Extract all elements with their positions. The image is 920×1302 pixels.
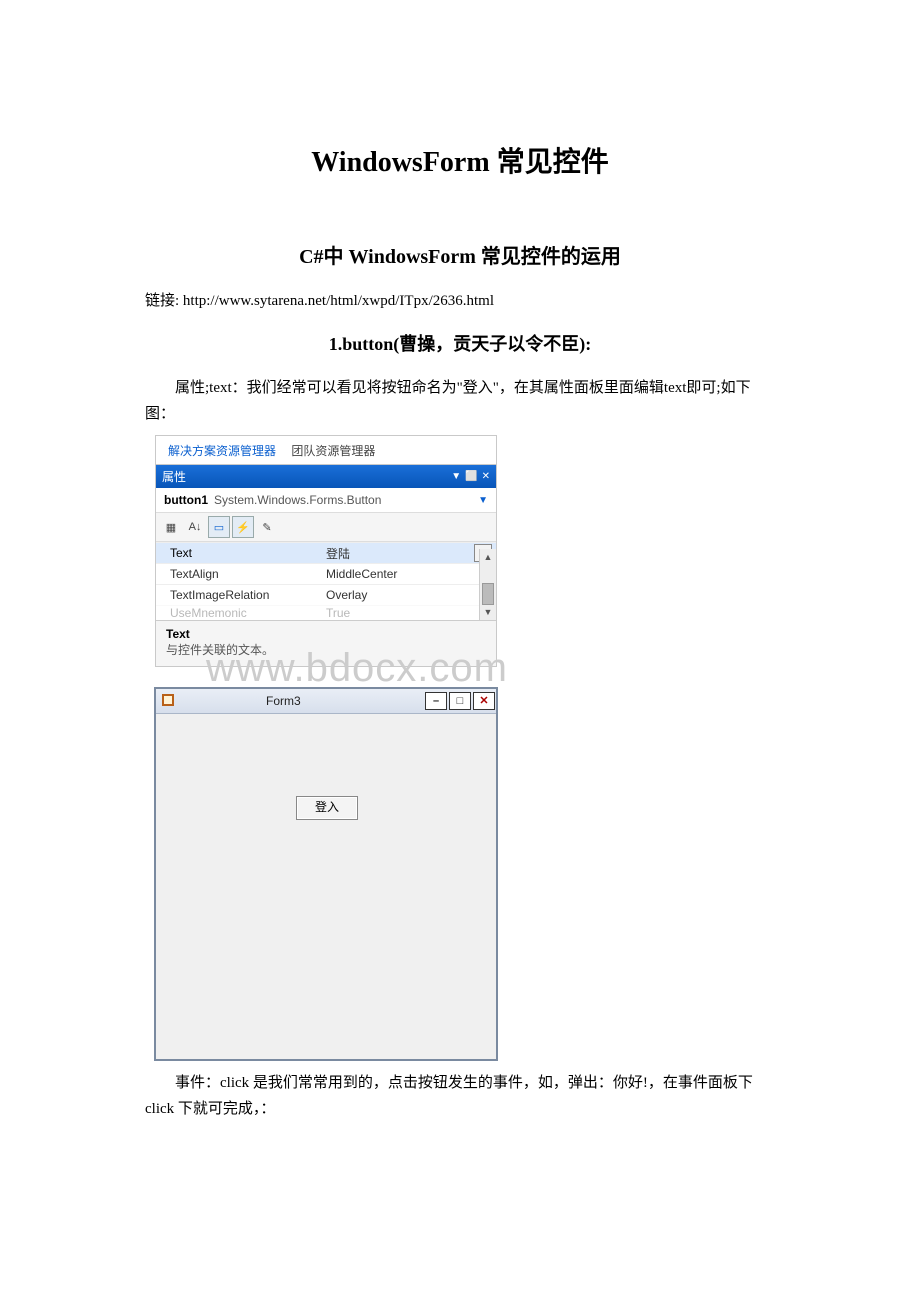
- scrollbar[interactable]: ▲ ▼: [479, 549, 496, 620]
- property-row-textimagerelation[interactable]: TextImageRelation Overlay: [156, 584, 496, 605]
- alphabetical-icon[interactable]: A↓: [184, 516, 206, 538]
- scroll-down-icon[interactable]: ▼: [480, 604, 496, 620]
- property-row-usemnemonic[interactable]: UseMnemonic True: [156, 605, 496, 620]
- tab-team-explorer[interactable]: 团队资源管理器: [285, 440, 381, 461]
- chevron-down-icon[interactable]: ▼: [478, 495, 488, 506]
- scroll-up-icon[interactable]: ▲: [480, 549, 496, 565]
- selected-object-line[interactable]: button1 System.Windows.Forms.Button ▼: [156, 488, 496, 513]
- categorized-icon[interactable]: ▦: [160, 516, 182, 538]
- maximize-button[interactable]: □: [449, 692, 471, 710]
- property-value[interactable]: Overlay: [320, 588, 496, 602]
- property-row-text[interactable]: Text 登陆 ▾: [156, 542, 496, 563]
- description-body: 与控件关联的文本。: [166, 641, 486, 658]
- panel-header: 属性 ▼ ⬜ ✕: [156, 465, 496, 488]
- panel-tabs: 解决方案资源管理器 团队资源管理器: [156, 436, 496, 465]
- panel-header-title: 属性: [162, 468, 186, 485]
- source-link-text: 链接: http://www.sytarena.net/html/xwpd/IT…: [145, 289, 775, 310]
- object-type: System.Windows.Forms.Button: [214, 493, 478, 507]
- property-name: Text: [156, 546, 320, 560]
- property-description: Text 与控件关联的文本。: [156, 620, 496, 666]
- close-icon[interactable]: ✕: [482, 472, 490, 482]
- paragraph-2: 事件：click 是我们常常用到的，点击按钮发生的事件，如，弹出：你好!，在事件…: [145, 1071, 775, 1122]
- property-row-textalign[interactable]: TextAlign MiddleCenter: [156, 563, 496, 584]
- form-titlebar[interactable]: Form3 – □ ✕: [156, 689, 496, 714]
- pin-icon[interactable]: ⬜: [465, 472, 477, 482]
- form-window: Form3 – □ ✕ 登入: [154, 687, 498, 1061]
- property-value[interactable]: True: [320, 606, 496, 620]
- property-grid: Text 登陆 ▾ TextAlign MiddleCenter TextIma…: [156, 542, 496, 620]
- properties-toolbar: ▦ A↓ ▭ ⚡ ✎: [156, 513, 496, 542]
- scroll-thumb[interactable]: [482, 583, 494, 605]
- page-subtitle: C#中 WindowsForm 常见控件的运用: [145, 240, 775, 269]
- property-name: UseMnemonic: [156, 606, 320, 620]
- property-pages-icon[interactable]: ✎: [256, 516, 278, 538]
- form-title: Form3: [266, 694, 301, 708]
- object-name: button1: [164, 493, 208, 507]
- minimize-button[interactable]: –: [425, 692, 447, 710]
- property-name: TextImageRelation: [156, 588, 320, 602]
- events-icon[interactable]: ⚡: [232, 516, 254, 538]
- property-value[interactable]: 登陆: [320, 545, 474, 562]
- property-value[interactable]: MiddleCenter: [320, 567, 496, 581]
- close-button[interactable]: ✕: [473, 692, 495, 710]
- property-name: TextAlign: [156, 567, 320, 581]
- section-1-heading: 1.button(曹操，贡天子以令不臣):: [145, 330, 775, 356]
- login-button[interactable]: 登入: [296, 796, 358, 820]
- paragraph-1: 属性;text：我们经常可以看见将按钮命名为"登入"，在其属性面板里面编辑tex…: [145, 376, 775, 427]
- tab-solution-explorer[interactable]: 解决方案资源管理器: [162, 440, 282, 461]
- description-title: Text: [166, 627, 486, 641]
- page-title: WindowsForm 常见控件: [145, 140, 775, 180]
- properties-panel: 解决方案资源管理器 团队资源管理器 属性 ▼ ⬜ ✕ button1 Syste…: [155, 435, 497, 667]
- dropdown-icon[interactable]: ▼: [451, 472, 461, 482]
- properties-icon[interactable]: ▭: [208, 516, 230, 538]
- form-body: 登入: [156, 714, 496, 1060]
- form-icon: [162, 694, 176, 708]
